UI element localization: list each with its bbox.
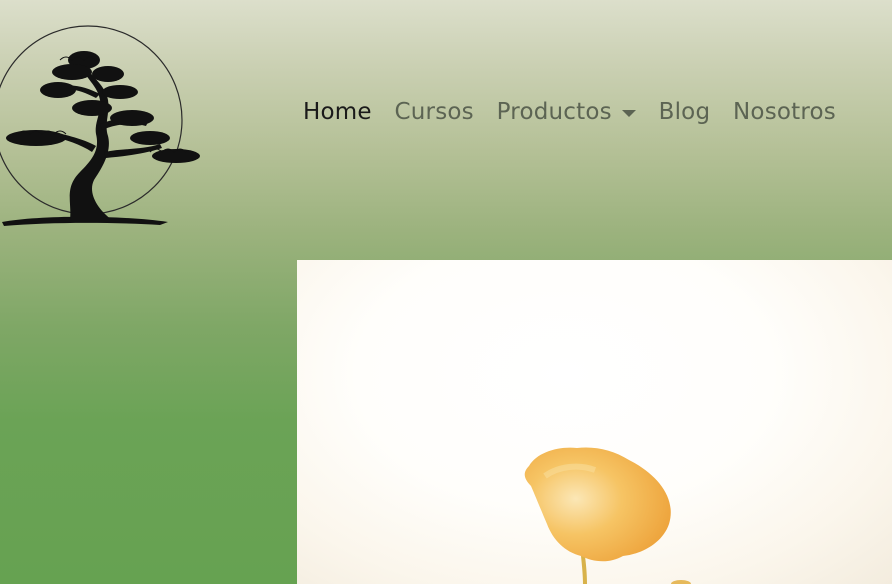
bonsai-logo-icon[interactable] bbox=[0, 12, 210, 232]
nav-productos-dropdown[interactable]: Productos bbox=[497, 99, 636, 125]
nav-cursos[interactable]: Cursos bbox=[395, 99, 474, 125]
nav-cursos-label: Cursos bbox=[394, 99, 474, 125]
nav-home-label: Home bbox=[303, 99, 372, 125]
bonsai-tree-logo bbox=[0, 25, 200, 226]
nav-nosotros-label: Nosotros bbox=[733, 99, 836, 125]
nav-blog-label: Blog bbox=[658, 99, 711, 125]
hero-image bbox=[297, 260, 892, 584]
flower-petal bbox=[524, 447, 671, 562]
nav-home[interactable]: Home bbox=[303, 99, 372, 125]
yellow-poppy-flower-image bbox=[524, 447, 691, 584]
nav-nosotros[interactable]: Nosotros bbox=[733, 99, 836, 125]
main-nav: Home Cursos Productos Blog Nosotros bbox=[303, 94, 836, 130]
nav-productos-label: Productos bbox=[496, 99, 612, 125]
nav-blog[interactable]: Blog bbox=[659, 99, 711, 125]
caret-down-icon bbox=[621, 109, 636, 117]
